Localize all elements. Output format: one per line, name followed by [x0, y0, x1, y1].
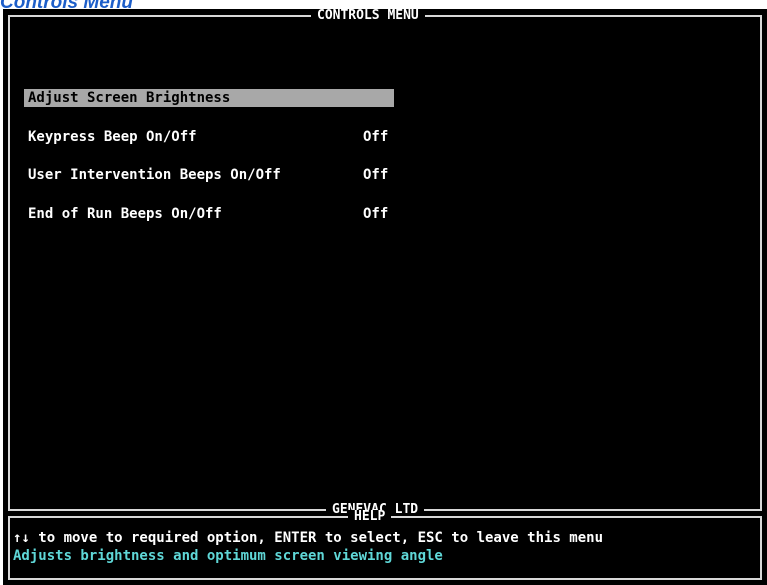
menu-item-keypress-beep[interactable]: Keypress Beep On/Off Off — [24, 128, 394, 146]
help-panel-border-bottom — [8, 578, 762, 580]
menu-item-value: Off — [363, 167, 389, 183]
help-instructions: ↑↓ to move to required option, ENTER to … — [13, 530, 604, 546]
menu-item-value: Off — [363, 206, 389, 222]
menu-item-label: Keypress Beep On/Off — [28, 129, 197, 145]
menu-item-value: Off — [363, 129, 389, 145]
help-panel-title: HELP — [348, 510, 392, 524]
help-description: Adjusts brightness and optimum screen vi… — [13, 548, 443, 564]
main-panel-border-right — [760, 15, 762, 511]
terminal-screen: CONTROLS MENU GENEVAC LTD Adjust Screen … — [3, 9, 767, 585]
main-panel-border-left — [8, 15, 10, 511]
main-panel-title: CONTROLS MENU — [311, 9, 425, 23]
menu-item-label: End of Run Beeps On/Off — [28, 206, 222, 222]
menu-item-adjust-brightness[interactable]: Adjust Screen Brightness — [24, 89, 394, 107]
help-panel-border-left — [8, 516, 10, 580]
help-panel-border-right — [760, 516, 762, 580]
menu-item-label: User Intervention Beeps On/Off — [28, 167, 281, 183]
menu-item-end-of-run-beeps[interactable]: End of Run Beeps On/Off Off — [24, 205, 394, 223]
menu-item-label: Adjust Screen Brightness — [28, 90, 231, 106]
menu-item-user-intervention-beeps[interactable]: User Intervention Beeps On/Off Off — [24, 166, 394, 184]
